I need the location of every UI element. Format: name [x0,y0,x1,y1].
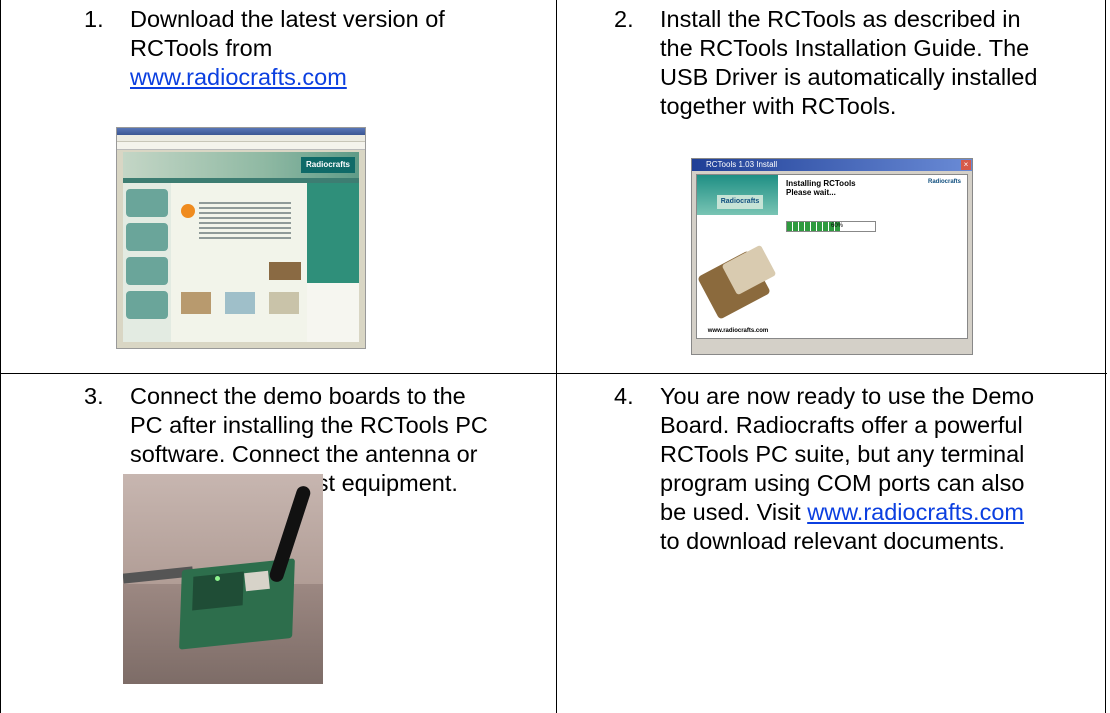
install-progress-label: 60% [831,223,844,229]
installer-logo: Radiocrafts [717,195,763,209]
demo-board-chip [244,570,270,592]
step-line: the RCTools Installation Guide. The [660,35,1030,61]
installer-heading-line: Installing RCTools [786,179,856,188]
close-icon: × [961,160,971,170]
step-line: Connect the demo boards to the [130,383,466,409]
step-number: 2. [614,6,634,32]
site-logo: Radiocrafts [301,157,355,173]
installer-side-panel: Radiocrafts www.radiocrafts.com [696,174,780,339]
step-line: software. Connect the antenna or [130,441,478,467]
step-line: PC after installing the RCTools PC [130,412,488,438]
column-divider [556,0,557,713]
site-left-column [123,183,171,342]
status-led [215,576,220,581]
installer-title-bar: RCTools 1.03 Install × [692,159,972,171]
step-text: You are now ready to use the Demo Board.… [660,382,1034,556]
step-line-prefix: be used. Visit [660,499,808,525]
step-line: You are now ready to use the Demo [660,383,1035,409]
row-divider [1,373,1107,374]
installer-screenshot: RCTools 1.03 Install × Radiocrafts www.r… [691,158,973,355]
demo-board-photo [123,474,323,684]
step-line: Download the latest version of [130,6,445,32]
site-card [126,223,168,251]
step-line: program using COM ports can also [660,470,1025,496]
step-line: be used. Visit www.radiocrafts.com [660,498,1034,527]
step-line: RCTools PC suite, but any terminal [660,441,1025,467]
website-page: Radiocrafts [123,152,359,342]
radiocrafts-link[interactable]: www.radiocrafts.com [130,64,347,90]
step-line: RCTools from [130,35,273,61]
installer-heading: Installing RCTools Please wait... [786,179,856,197]
installer-corner-logo: Radiocrafts [927,179,961,185]
browser-menu-bar [117,135,365,142]
step-number: 4. [614,383,634,409]
site-card [126,257,168,285]
step-number: 3. [84,383,104,409]
install-progress-bar: 60% [786,221,876,232]
installer-url: www.radiocrafts.com [707,328,769,334]
step-text: Install the RCTools as described in the … [660,5,1037,121]
step-text: Download the latest version of RCTools f… [130,5,445,92]
site-news-panel [307,183,359,283]
site-new-badge [181,204,195,218]
site-card [126,291,168,319]
site-card [126,189,168,217]
radiocrafts-link[interactable]: www.radiocrafts.com [807,499,1024,525]
step-line: to download relevant documents. [660,528,1005,554]
step-line: Install the RCTools as described in [660,6,1021,32]
step-number: 1. [84,6,104,32]
browser-title-bar [117,128,365,135]
site-text-block [199,202,291,242]
site-side-ads [307,283,359,342]
step-line: USB Driver is automatically installed [660,64,1038,90]
installer-heading-line: Please wait... [786,188,836,197]
browser-address-bar [117,142,365,150]
site-module-image [269,262,301,280]
installer-main-panel: Installing RCTools Please wait... Radioc… [778,174,968,339]
installer-title: RCTools 1.03 Install [706,160,778,169]
step-line: together with RCTools. [660,93,897,119]
site-thumbnails [181,292,311,318]
step-line: Board. Radiocrafts offer a powerful [660,412,1023,438]
website-screenshot: Radiocrafts [116,127,366,349]
